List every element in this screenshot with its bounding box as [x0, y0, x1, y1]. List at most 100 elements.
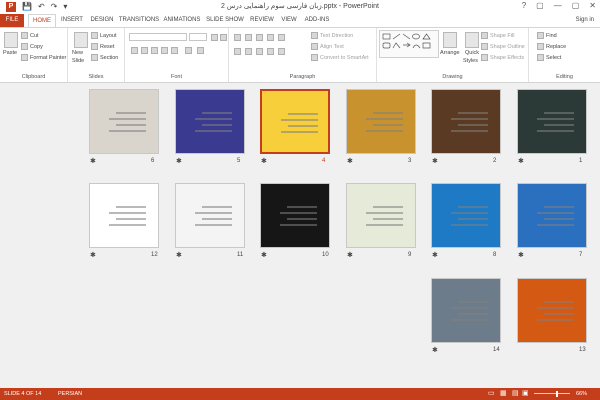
align-text-button[interactable]: Align Text [311, 43, 344, 50]
select-button[interactable]: Select [537, 54, 561, 61]
close-icon[interactable]: ✕ [589, 1, 596, 10]
section-button[interactable]: Section [91, 54, 118, 61]
grow-font-icon[interactable] [211, 34, 218, 41]
slide-thumbnail[interactable] [517, 89, 587, 154]
maximize-icon[interactable]: ▢ [572, 1, 580, 10]
tab-slide-show[interactable]: SLIDE SHOW [206, 14, 244, 27]
slide-number: 8 [493, 252, 497, 258]
slide-thumbnail[interactable] [431, 278, 501, 343]
transition-star-icon[interactable]: ✱ [90, 157, 96, 165]
slide-sorter-icon[interactable]: ▦ [500, 388, 507, 400]
transition-star-icon[interactable]: ✱ [90, 251, 96, 259]
reading-view-icon[interactable]: ▤ [512, 388, 519, 400]
tab-design[interactable]: DESIGN [88, 14, 116, 27]
transition-star-icon[interactable]: ✱ [176, 251, 182, 259]
text-direction-button[interactable]: Text Direction [311, 32, 353, 39]
ribbon-display-icon[interactable]: ▢ [536, 1, 544, 10]
tab-insert[interactable]: INSERT [58, 14, 86, 27]
font-size-field[interactable] [189, 33, 207, 41]
slide-preview-content [188, 202, 232, 230]
slide-thumbnail[interactable] [175, 89, 245, 154]
line-spacing-icon[interactable] [278, 34, 285, 41]
italic-icon[interactable] [141, 47, 148, 54]
slide-thumbnail[interactable] [517, 278, 587, 343]
replace-button[interactable]: Replace [537, 43, 566, 50]
shapes-gallery[interactable] [379, 30, 439, 58]
language-indicator[interactable]: PERSIAN [58, 388, 82, 400]
quick-styles-button[interactable]: Quick [465, 50, 479, 56]
layout-button[interactable]: Layout [91, 32, 117, 39]
shadow-icon[interactable] [161, 47, 168, 54]
align-center-icon[interactable] [245, 48, 252, 55]
help-icon[interactable]: ? [522, 1, 526, 10]
tab-animations[interactable]: ANIMATIONS [162, 14, 202, 27]
slide-thumbnail[interactable] [175, 183, 245, 248]
tab-view[interactable]: VIEW [278, 14, 300, 27]
tab-add-ins[interactable]: ADD-INS [302, 14, 332, 27]
shape-outline-button[interactable]: Shape Outline [481, 43, 525, 50]
strikethrough-icon[interactable] [171, 47, 178, 54]
transition-star-icon[interactable]: ✱ [518, 251, 524, 259]
slide-thumbnail[interactable] [260, 183, 330, 248]
slide-thumbnail[interactable] [431, 183, 501, 248]
new-slide-button[interactable]: New [72, 50, 83, 56]
copy-button[interactable]: Copy [21, 43, 43, 50]
transition-star-icon[interactable]: ✱ [261, 157, 267, 165]
slide-thumbnail[interactable] [89, 89, 159, 154]
arrange-button[interactable]: Arrange [440, 50, 460, 56]
slide-thumbnail[interactable] [346, 183, 416, 248]
decrease-indent-icon[interactable] [256, 34, 263, 41]
slide-thumbnail[interactable] [431, 89, 501, 154]
shrink-font-icon[interactable] [220, 34, 227, 41]
transition-star-icon[interactable]: ✱ [176, 157, 182, 165]
transition-star-icon[interactable]: ✱ [518, 157, 524, 165]
cut-button[interactable]: Cut [21, 32, 39, 39]
increase-indent-icon[interactable] [267, 34, 274, 41]
justify-icon[interactable] [267, 48, 274, 55]
tab-transitions[interactable]: TRANSITIONS [118, 14, 160, 27]
font-name-field[interactable] [129, 33, 187, 41]
slide-show-icon[interactable]: ▣ [522, 388, 529, 400]
minimize-icon[interactable]: — [554, 1, 562, 10]
numbering-icon[interactable] [245, 34, 252, 41]
transition-star-icon[interactable]: ✱ [347, 251, 353, 259]
transition-star-icon[interactable]: ✱ [261, 251, 267, 259]
find-button[interactable]: Find [537, 32, 557, 39]
zoom-slider-thumb[interactable] [556, 391, 558, 397]
align-left-icon[interactable] [234, 48, 241, 55]
slide-thumbnail[interactable] [346, 89, 416, 154]
align-right-icon[interactable] [256, 48, 263, 55]
zoom-slider[interactable] [534, 393, 570, 394]
slide-thumbnail[interactable] [517, 183, 587, 248]
zoom-level[interactable]: 66% [576, 388, 587, 400]
transition-star-icon[interactable]: ✱ [432, 157, 438, 165]
slide-sorter-canvas[interactable]: 1 ✱ 2 ✱ 3 ✱ 4 ✱ 5 ✱ 6 ✱ 7 ✱ 8 ✱ 9 ✱ 10 ✱ 11 ✱ 12 ✱ 13 14 ✱ [0, 83, 600, 388]
sign-in-link[interactable]: Sign in [576, 14, 594, 27]
slide-thumbnail[interactable] [89, 183, 159, 248]
columns-icon[interactable] [278, 48, 285, 55]
underline-icon[interactable] [151, 47, 158, 54]
bullets-icon[interactable] [234, 34, 241, 41]
transition-star-icon[interactable]: ✱ [432, 346, 438, 354]
clear-formatting-icon[interactable] [197, 47, 204, 54]
paste-button[interactable]: Paste [3, 50, 17, 56]
tab-file[interactable]: FILE [0, 14, 24, 27]
editing-label: Editing [556, 74, 573, 80]
slide-thumbnail[interactable] [260, 89, 330, 154]
tab-home[interactable]: HOME [28, 14, 56, 27]
bold-icon[interactable] [131, 47, 138, 54]
format-painter-icon [21, 54, 28, 61]
shape-effects-icon [481, 54, 488, 61]
tab-review[interactable]: REVIEW [248, 14, 276, 27]
format-painter-button[interactable]: Format Painter [21, 54, 66, 61]
shape-fill-button[interactable]: Shape Fill [481, 32, 514, 39]
reset-button[interactable]: Reset [91, 43, 114, 50]
slide-preview-content [444, 108, 488, 136]
convert-smartart-button[interactable]: Convert to SmartArt [311, 54, 369, 61]
shape-effects-button[interactable]: Shape Effects [481, 54, 524, 61]
transition-star-icon[interactable]: ✱ [432, 251, 438, 259]
font-color-icon[interactable] [185, 47, 192, 54]
normal-view-icon[interactable]: ▭ [488, 388, 495, 400]
window-title: زبان فارسی سوم راهنمایی درس 2.pptx - Pow… [221, 3, 379, 10]
transition-star-icon[interactable]: ✱ [347, 157, 353, 165]
